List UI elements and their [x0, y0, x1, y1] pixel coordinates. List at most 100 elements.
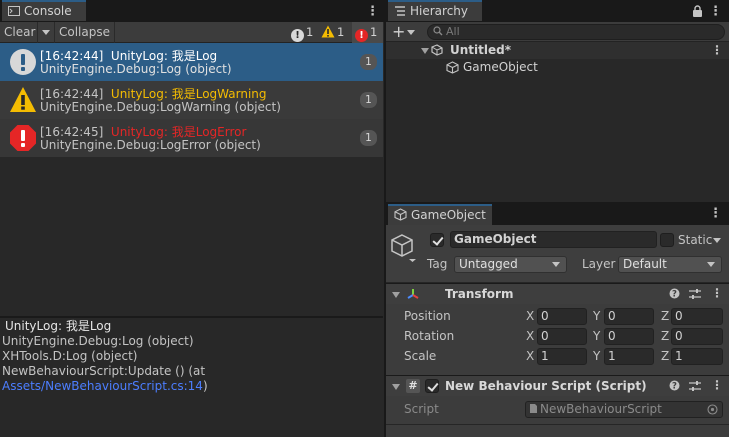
detail-link-suffix: ) [202, 379, 208, 393]
collapse-button[interactable]: Collapse [55, 22, 115, 43]
static-dropdown-arrow[interactable] [713, 238, 721, 243]
rotation-x-field[interactable]: 0 [537, 328, 587, 345]
scene-menu-icon[interactable]: ⋮ [711, 43, 723, 57]
component-menu-icon[interactable]: ⋮ [711, 378, 723, 392]
help-icon[interactable]: ? [669, 380, 680, 394]
static-label: Static [678, 233, 713, 247]
inspector-menu-icon[interactable]: ⋮ [709, 207, 722, 221]
static-checkbox[interactable] [660, 233, 674, 247]
script-component-header[interactable]: # New Behaviour Script (Script) ? ⋮ [386, 375, 729, 396]
help-icon[interactable]: ? [669, 288, 680, 302]
console-toolbar: Clear Collapse ! 1 1 ! 1 [0, 22, 383, 43]
inspector-header: GameObject Static Tag Untagged Layer Def… [386, 225, 729, 283]
tab-console[interactable]: Console [2, 0, 86, 21]
script-object-field: NewBehaviourScript [525, 401, 723, 418]
search-icon [433, 26, 443, 40]
warning-icon [321, 24, 335, 44]
chevron-down-icon [707, 262, 715, 267]
lock-icon[interactable] [692, 5, 703, 20]
transform-title: Transform [445, 287, 514, 301]
tag-value: Untagged [459, 257, 518, 271]
error-log-icon [9, 124, 37, 155]
error-count-toggle[interactable]: ! 1 [352, 22, 383, 43]
detail-stack-line: NewBehaviourScript:Update () (at [2, 364, 206, 378]
hierarchy-menu-icon[interactable]: ⋮ [709, 5, 722, 19]
scale-z-field[interactable]: 1 [671, 348, 723, 365]
active-checkbox[interactable] [430, 233, 444, 247]
info-count-toggle[interactable]: ! 1 [291, 22, 313, 43]
gameobject-name-field[interactable]: GameObject [450, 231, 657, 248]
error-icon: ! [355, 29, 368, 42]
transform-fold-arrow[interactable] [392, 292, 400, 298]
layer-label: Layer [582, 257, 616, 271]
error-count: 1 [370, 25, 378, 39]
axis-y-label: Y [593, 349, 601, 363]
position-y-field[interactable]: 0 [604, 308, 654, 325]
plus-icon: + [392, 22, 406, 41]
warning-log-icon [9, 86, 37, 116]
gameobject-large-icon[interactable] [391, 233, 417, 266]
hierarchy-toolbar: + All [386, 22, 729, 42]
create-dropdown-button[interactable]: + [388, 22, 418, 42]
transform-header[interactable]: Transform ? ⋮ [386, 283, 729, 304]
axis-x-label: X [526, 309, 535, 323]
rotation-z-field[interactable]: 0 [671, 328, 723, 345]
warning-count-toggle[interactable]: 1 [321, 22, 344, 43]
hierarchy-tab-label: Hierarchy [410, 4, 469, 18]
scale-y-field[interactable]: 1 [604, 348, 654, 365]
position-x-field[interactable]: 0 [537, 308, 587, 325]
chevron-down-icon [407, 30, 415, 35]
position-z-field[interactable]: 0 [671, 308, 723, 325]
axis-x-label: X [526, 349, 535, 363]
console-menu-icon[interactable]: ⋮ [366, 5, 379, 19]
hierarchy-search-field[interactable]: All [427, 24, 725, 40]
log-entry-warning[interactable]: [16:42:44] UnityLog: 我是LogWarning UnityE… [0, 81, 383, 119]
tab-inspector[interactable]: GameObject [388, 204, 492, 225]
script-location-link[interactable]: Assets/NewBehaviourScript.cs:14 [2, 379, 203, 393]
axis-x-label: X [526, 329, 535, 343]
component-menu-icon[interactable]: ⋮ [711, 286, 723, 300]
axis-y-label: Y [593, 329, 601, 343]
clear-button[interactable]: Clear [0, 22, 38, 43]
tab-hierarchy[interactable]: Hierarchy [388, 0, 482, 21]
tag-dropdown[interactable]: Untagged [454, 256, 567, 273]
layer-dropdown[interactable]: Default [618, 256, 722, 273]
hierarchy-item[interactable]: GameObject [386, 59, 729, 76]
console-tab-label: Console [24, 4, 72, 18]
svg-text:?: ? [672, 290, 677, 299]
log-entry-count-badge: 1 [360, 130, 377, 146]
detail-message: UnityLog: 我是Log [5, 319, 112, 333]
field-label: Position [404, 309, 451, 323]
log-entry-info[interactable]: [16:42:44] UnityLog: 我是Log UnityEngine.D… [0, 43, 383, 81]
scene-row[interactable]: Untitled* ⋮ [386, 42, 729, 59]
inspector-panel: GameObject ⋮ GameObject Static Tag Untag… [386, 204, 729, 437]
log-entry-message: UnityLog: 我是LogError [110, 125, 247, 139]
script-file-icon [529, 403, 538, 417]
scale-x-field[interactable]: 1 [537, 348, 587, 365]
hierarchy-list-icon [394, 3, 406, 16]
component-enabled-checkbox[interactable] [425, 379, 439, 393]
log-entry-message: UnityLog: 我是LogWarning [110, 87, 267, 101]
log-entry-source: UnityEngine.Debug:LogError (object) [40, 138, 261, 152]
scene-fold-arrow[interactable] [421, 48, 429, 54]
rotation-y-field[interactable]: 0 [604, 328, 654, 345]
console-splitter[interactable] [0, 316, 383, 318]
log-entry-error[interactable]: [16:42:45] UnityLog: 我是LogError UnityEng… [0, 119, 383, 157]
presets-sliders-icon[interactable] [689, 380, 701, 395]
field-label: Rotation [404, 329, 455, 343]
transform-axes-icon [406, 287, 420, 304]
script-fold-arrow[interactable] [392, 384, 400, 390]
presets-sliders-icon[interactable] [689, 288, 701, 303]
info-icon: ! [291, 29, 304, 42]
transform-position-row: Position X 0 Y 0 Z 0 [386, 306, 729, 326]
clear-options-dropdown[interactable] [38, 22, 55, 43]
log-entry-time: [16:42:44] [40, 87, 104, 101]
unity-scene-icon [431, 44, 443, 59]
console-panel: Console ⋮ Clear Collapse ! 1 1 ! 1 [16:42:… [0, 0, 384, 437]
field-label: Scale [404, 349, 437, 363]
log-entry-source: UnityEngine.Debug:LogWarning (object) [40, 100, 281, 114]
inspector-bottom-divider [386, 424, 729, 425]
scene-name: Untitled* [450, 43, 511, 57]
log-entry-source: UnityEngine.Debug:Log (object) [40, 62, 232, 76]
chevron-down-icon [42, 30, 50, 35]
